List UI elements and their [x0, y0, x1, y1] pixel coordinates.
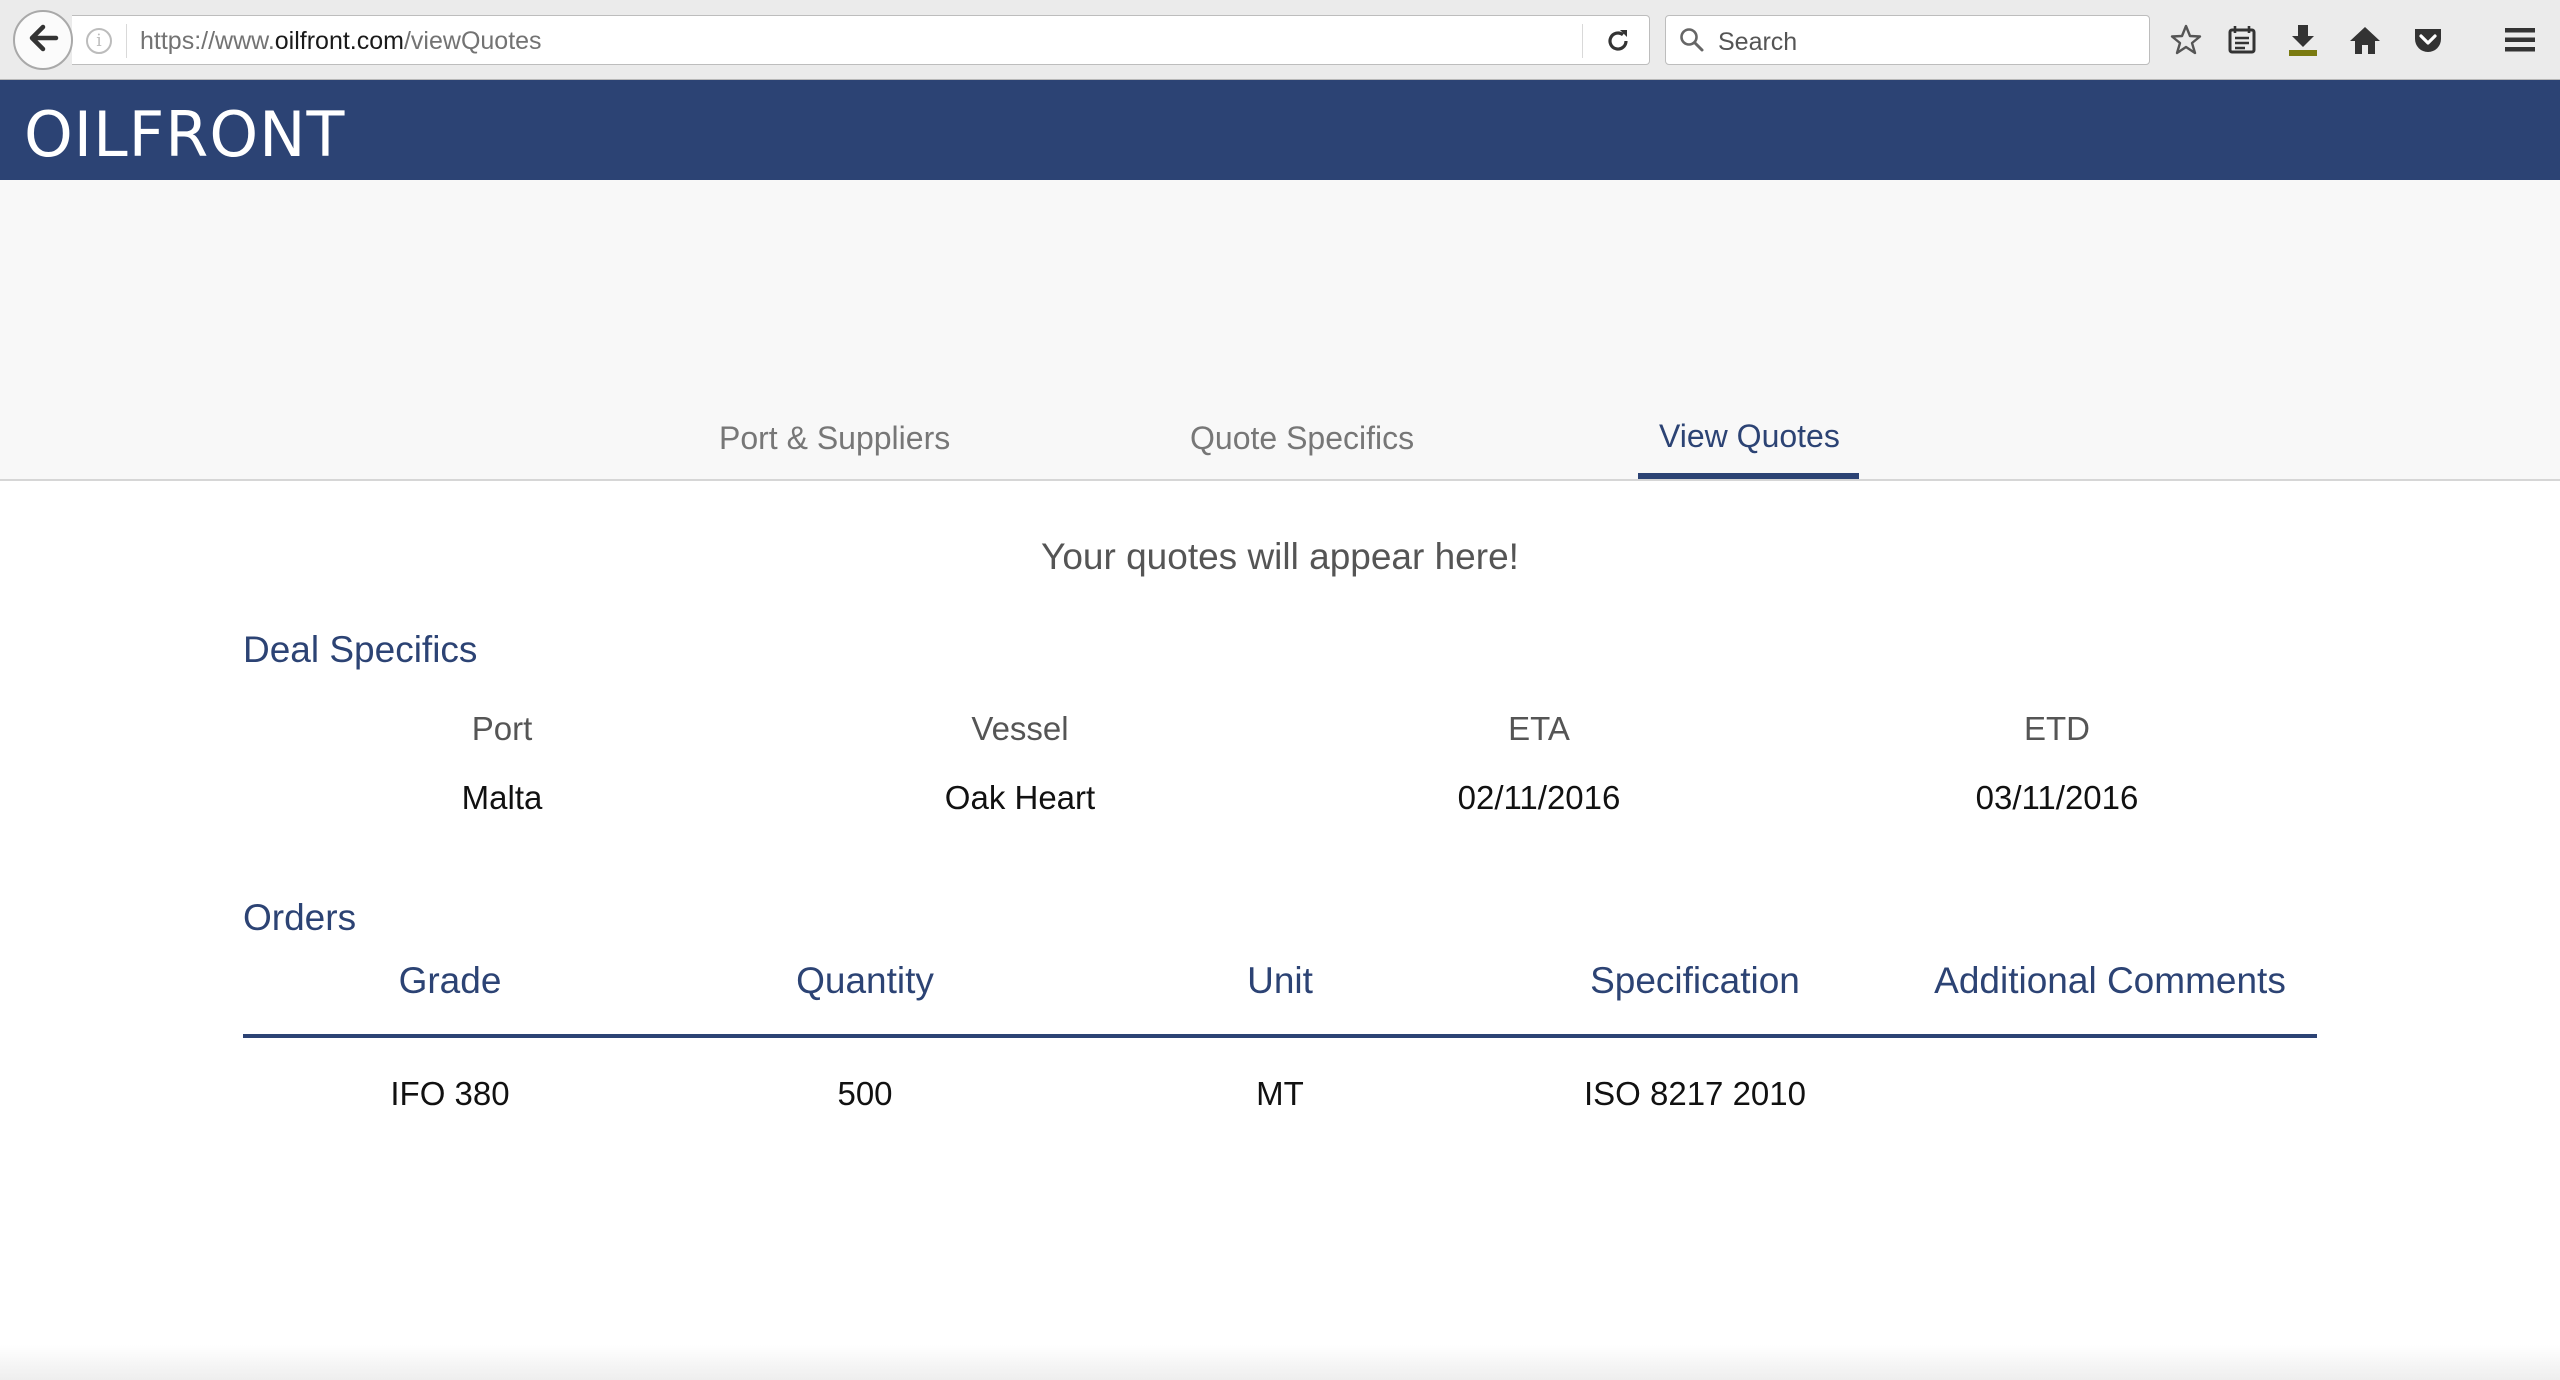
- column-header-specification: Specification: [1590, 960, 1800, 1001]
- page-content: Port & Suppliers Quote Specifics View Qu…: [0, 180, 2560, 1380]
- pocket-icon[interactable]: [2408, 20, 2448, 60]
- deal-field-eta: ETA 02/11/2016: [1280, 710, 1798, 817]
- deal-field-vessel: Vessel Oak Heart: [761, 710, 1279, 817]
- column-header-grade: Grade: [398, 960, 502, 1001]
- deal-value: 02/11/2016: [1457, 779, 1621, 816]
- hamburger-menu-icon[interactable]: [2500, 20, 2540, 60]
- download-icon[interactable]: [2283, 20, 2323, 60]
- deal-label: Vessel: [971, 710, 1069, 747]
- cell-unit: MT: [1256, 1075, 1304, 1112]
- url-host: oilfront.com: [274, 27, 404, 55]
- tab-port-suppliers[interactable]: Port & Suppliers: [719, 420, 950, 457]
- deal-value: 03/11/2016: [1975, 779, 2139, 816]
- deal-field-etd: ETD 03/11/2016: [1798, 710, 2316, 817]
- tab-quote-specifics[interactable]: Quote Specifics: [1190, 420, 1414, 457]
- reload-icon[interactable]: [1600, 25, 1636, 57]
- url-path: /viewQuotes: [403, 27, 542, 55]
- reading-list-icon[interactable]: [2222, 20, 2262, 60]
- deal-value: Oak Heart: [944, 779, 1096, 816]
- column-header-unit: Unit: [1247, 960, 1313, 1001]
- window-bottom-edge: [0, 1345, 2560, 1380]
- column-header-quantity: Quantity: [796, 960, 934, 1001]
- logo[interactable]: OILFRONT: [24, 98, 345, 171]
- deal-label: ETA: [1508, 710, 1570, 747]
- cell-quantity: 500: [837, 1075, 893, 1112]
- tab-view-quotes[interactable]: View Quotes: [1659, 418, 1840, 455]
- cell-grade: IFO 380: [390, 1075, 510, 1112]
- reload-separator: [1582, 24, 1583, 58]
- orders-title: Orders: [243, 897, 357, 938]
- back-button[interactable]: [13, 10, 73, 70]
- browser-toolbar: i https://www.oilfront.com/viewQuotes Se…: [0, 0, 2560, 80]
- url-prefix: https://www.: [140, 27, 275, 55]
- deal-label: Port: [471, 710, 533, 747]
- orders-header-rule: [243, 1034, 2317, 1038]
- address-bar[interactable]: i https://www.oilfront.com/viewQuotes: [72, 15, 1650, 65]
- url-separator: [126, 24, 127, 58]
- search-placeholder: Search: [1718, 28, 1798, 56]
- cell-specification: ISO 8217 2010: [1583, 1075, 1806, 1112]
- tab-bar: Port & Suppliers Quote Specifics View Qu…: [0, 180, 2560, 481]
- deal-field-port: Port Malta: [243, 710, 761, 817]
- search-bar[interactable]: Search: [1665, 15, 2150, 65]
- deal-specifics-title: Deal Specifics: [243, 629, 478, 670]
- search-icon: [1679, 27, 1705, 58]
- empty-quotes-message: Your quotes will appear here!: [1041, 536, 1519, 577]
- deal-label: ETD: [2024, 710, 2090, 747]
- back-arrow-icon: [26, 21, 60, 60]
- info-icon[interactable]: i: [86, 28, 112, 54]
- home-icon[interactable]: [2345, 20, 2385, 60]
- app-header: OILFRONT: [0, 80, 2560, 180]
- url-text[interactable]: https://www.oilfront.com/viewQuotes: [140, 27, 542, 56]
- column-header-additional-comments: Additional Comments: [1934, 960, 2286, 1001]
- active-tab-indicator: [1638, 473, 1859, 479]
- star-icon[interactable]: [2166, 20, 2206, 60]
- deal-value: Malta: [461, 779, 543, 816]
